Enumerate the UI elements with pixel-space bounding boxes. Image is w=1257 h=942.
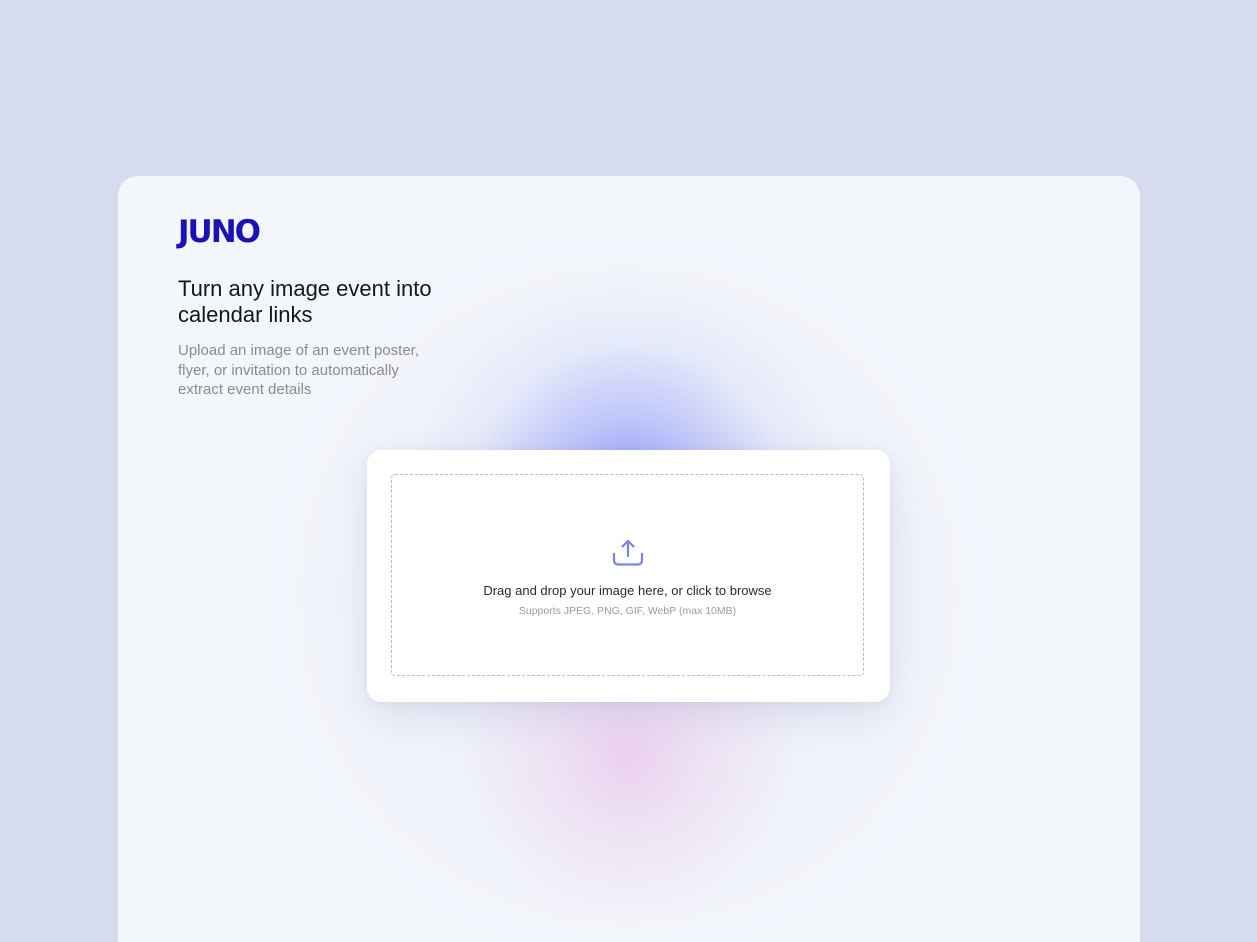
- page-subtitle: Upload an image of an event poster, flye…: [178, 342, 419, 398]
- upload-icon: [612, 539, 643, 566]
- juno-logo: JUNO: [178, 214, 261, 250]
- main-card: JUNO Turn any image event into calendar …: [118, 176, 1140, 942]
- page-title: Turn any image event into calendar links: [178, 276, 432, 327]
- page: JUNO Turn any image event into calendar …: [0, 0, 1257, 942]
- image-dropzone[interactable]: Drag and drop your image here, or click …: [391, 474, 864, 676]
- dropzone-file-hint: Supports JPEG, PNG, GIF, WebP (max 10MB): [518, 605, 737, 617]
- dropzone-prompt: Drag and drop your image here, or click …: [483, 583, 772, 598]
- upload-panel: Drag and drop your image here, or click …: [367, 450, 890, 702]
